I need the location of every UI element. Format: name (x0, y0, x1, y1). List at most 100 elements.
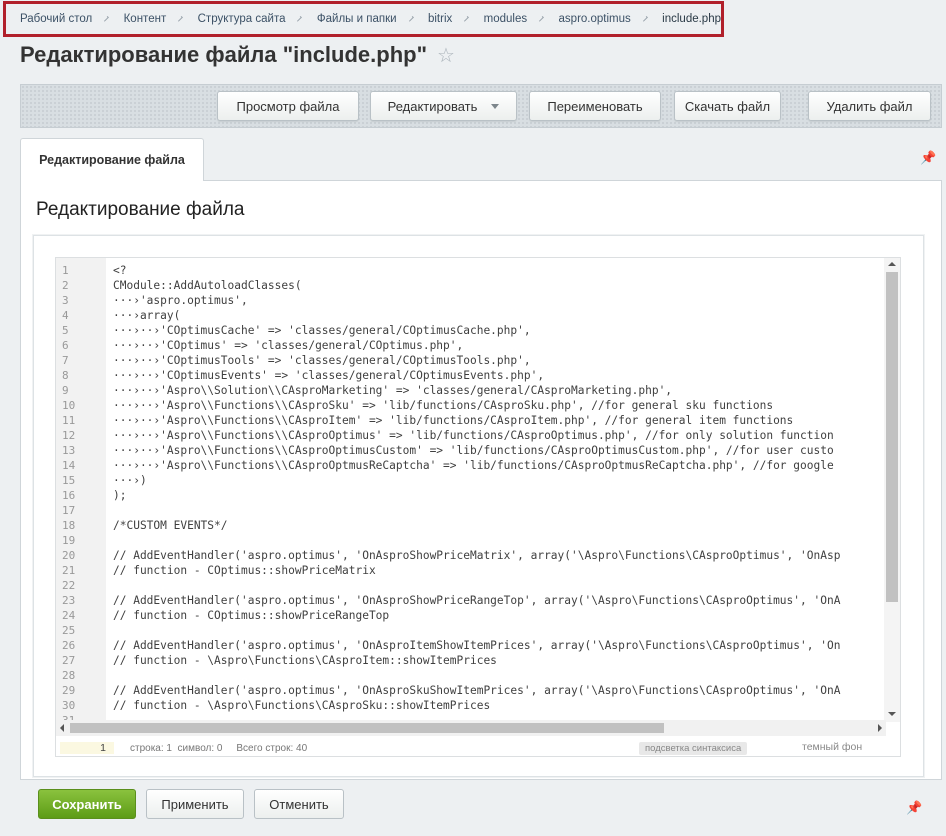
line-number: 12 (62, 429, 76, 442)
toolbar: Просмотр файла Редактировать Переименова… (20, 84, 942, 128)
edit-dropdown-button[interactable]: Редактировать (370, 91, 517, 121)
scroll-right-icon[interactable] (878, 724, 882, 732)
line-number: 27 (62, 654, 76, 667)
line-number: 25 (62, 624, 76, 637)
dark-theme-toggle[interactable]: темный фон (802, 741, 862, 753)
line-number: 5 (62, 324, 69, 337)
tab-edit-file[interactable]: Редактирование файла (20, 138, 204, 181)
apply-button[interactable]: Применить (146, 789, 244, 819)
line-number: 13 (62, 444, 76, 457)
code-line: ···›··›'COptimusCache' => 'classes/gener… (113, 324, 531, 337)
breadcrumb-current: include.php (662, 13, 721, 25)
section-title: Редактирование файла (36, 199, 245, 220)
code-line: /*CUSTOM EVENTS*/ (113, 519, 228, 532)
scroll-thumb[interactable] (886, 272, 898, 602)
cancel-button[interactable]: Отменить (254, 789, 344, 819)
code-line: ···›'aspro.optimus', (113, 294, 248, 307)
line-number: 21 (62, 564, 76, 577)
code-line: // function - \Aspro\Functions\CAsproSku… (113, 699, 491, 712)
scroll-up-icon[interactable] (888, 262, 896, 266)
code-line: // AddEventHandler('aspro.optimus', 'OnA… (113, 594, 841, 607)
syntax-highlight-toggle[interactable]: подсветка синтаксиса (639, 742, 748, 755)
chevron-right-icon (103, 16, 110, 22)
line-number: 14 (62, 459, 76, 472)
chevron-right-icon (296, 16, 303, 22)
line-number: 26 (62, 639, 76, 652)
line-number: 24 (62, 609, 76, 622)
line-number: 17 (62, 504, 76, 517)
star-icon[interactable]: ☆ (437, 43, 455, 68)
code-line: // AddEventHandler('aspro.optimus', 'OnA… (113, 684, 841, 697)
code-line: // function - COptimus::showPriceRangeTo… (113, 609, 390, 622)
line-number: 11 (62, 414, 76, 427)
breadcrumb-item[interactable]: modules (484, 13, 527, 25)
line-number: 30 (62, 699, 76, 712)
breadcrumb-item[interactable]: Файлы и папки (317, 13, 397, 25)
view-file-button[interactable]: Просмотр файла (217, 91, 359, 121)
line-number: 22 (62, 579, 76, 592)
code-area[interactable]: <?CModule::AddAutoloadClasses(···›'aspro… (113, 258, 883, 720)
line-number: 16 (62, 489, 76, 502)
pin-icon[interactable]: 📌 (920, 150, 936, 166)
line-number: 6 (62, 339, 69, 352)
chevron-right-icon (407, 16, 414, 22)
code-line: ···›··›'Aspro\\Solution\\CAsproMarketing… (113, 384, 673, 397)
breadcrumb-item[interactable]: Контент (124, 13, 167, 25)
chevron-down-icon (491, 103, 500, 109)
line-number: 19 (62, 534, 76, 547)
horizontal-scrollbar[interactable] (56, 720, 886, 736)
vertical-scrollbar[interactable] (884, 258, 900, 722)
line-number: 7 (62, 354, 69, 367)
code-line: ···›··›'Aspro\\Functions\\CAsproOptmusRe… (113, 459, 834, 472)
code-editor[interactable]: 1 2 3 4 5 6 7 8 9 10 11 12 13 14 15 16 17 18 19 20 21 22 23 24 2… (55, 257, 901, 757)
line-number: 10 (62, 399, 76, 412)
delete-file-button[interactable]: Удалить файл (808, 91, 931, 121)
line-number: 23 (62, 594, 76, 607)
code-line: // function - \Aspro\Functions\CAsproIte… (113, 654, 497, 667)
breadcrumb-item[interactable]: aspro.optimus (559, 13, 631, 25)
code-line: ···›··›'Aspro\\Functions\\CAsproSku' => … (113, 399, 774, 412)
line-number: 28 (62, 669, 76, 682)
rename-button[interactable]: Переименовать (529, 91, 661, 121)
breadcrumb-item[interactable]: bitrix (428, 13, 452, 25)
line-number-gutter: 1 2 3 4 5 6 7 8 9 10 11 12 13 14 15 16 17 18 19 20 21 22 23 24 2… (56, 258, 106, 727)
code-line: // AddEventHandler('aspro.optimus', 'OnA… (113, 549, 841, 562)
line-number: 1 (62, 264, 69, 277)
line-number: 3 (62, 294, 69, 307)
page-title: Редактирование файла "include.php" ☆ (20, 42, 455, 68)
scroll-down-icon[interactable] (888, 712, 896, 716)
chevron-right-icon (177, 16, 184, 22)
pin-icon[interactable]: 📌 (906, 800, 922, 816)
code-line: ···›) (113, 474, 147, 487)
breadcrumb-item[interactable]: Структура сайта (198, 13, 286, 25)
code-line: // function - COptimus::showPriceMatrix (113, 564, 376, 577)
page-title-text: Редактирование файла "include.php" (20, 42, 428, 67)
code-line: ···›··›'Aspro\\Functions\\CAsproOptimus'… (113, 429, 834, 442)
edit-button-label: Редактировать (387, 98, 478, 114)
breadcrumb: Рабочий стол Контент Структура сайта Фай… (3, 1, 724, 37)
line-number: 4 (62, 309, 69, 322)
current-line-number: 1 (60, 742, 114, 754)
save-button[interactable]: Сохранить (38, 789, 136, 819)
scroll-left-icon[interactable] (60, 724, 64, 732)
line-number: 2 (62, 279, 69, 292)
download-file-button[interactable]: Скачать файл (674, 91, 781, 121)
code-line: ); (113, 489, 127, 502)
code-line: ···›··›'Aspro\\Functions\\CAsproOptimusC… (113, 444, 834, 457)
code-line: // AddEventHandler('aspro.optimus', 'OnA… (113, 639, 841, 652)
code-line: CModule::AddAutoloadClasses( (113, 279, 302, 292)
editor-statusbar: 1 строка: 1 символ: 0 Всего строк: 40 по… (56, 738, 900, 756)
code-line: ···›··›'COptimusTools' => 'classes/gener… (113, 354, 531, 367)
line-number: 8 (62, 369, 69, 382)
breadcrumb-item[interactable]: Рабочий стол (20, 13, 92, 25)
scroll-thumb[interactable] (70, 723, 664, 733)
line-number: 20 (62, 549, 76, 562)
code-line: <? (113, 264, 127, 277)
chevron-right-icon (463, 16, 470, 22)
code-line: ···›··›'COptimusEvents' => 'classes/gene… (113, 369, 545, 382)
